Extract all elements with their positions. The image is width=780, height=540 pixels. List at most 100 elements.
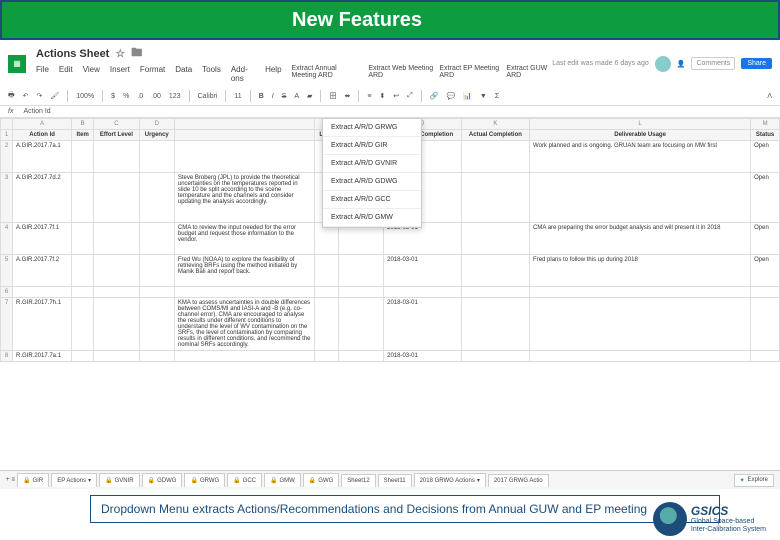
strike-button[interactable]: S [282, 93, 287, 100]
sheets-icon: ▦ [8, 55, 26, 73]
slide-title-bar: New Features [0, 0, 780, 40]
lock-icon: 🔒 [190, 477, 197, 484]
wrap-button[interactable]: ↩ [393, 92, 399, 100]
tab-sheet12[interactable]: Sheet12 [341, 474, 375, 487]
rotate-button[interactable]: ⤢ [407, 92, 413, 100]
functions-button[interactable]: Σ [495, 93, 499, 100]
lock-icon: 🔒 [270, 477, 277, 484]
font-select[interactable]: Calibri [198, 93, 218, 100]
last-edit-text: Last edit was made 6 days ago [552, 60, 649, 67]
dropdown-item-grwg[interactable]: Extract A/R/D GRWG [323, 119, 421, 137]
presence-icon: 👤 [677, 60, 686, 68]
menu-bar: File Edit View Insert Format Data Tools … [36, 65, 552, 83]
doc-title[interactable]: Actions Sheet ☆ 🖿 [36, 44, 552, 63]
bold-button[interactable]: B [259, 93, 264, 100]
halign-button[interactable]: ≡ [367, 93, 371, 100]
paint-icon[interactable]: 🖌 [50, 92, 59, 100]
fx-label: fx [8, 108, 13, 115]
col-actual[interactable]: Actual Completion [461, 130, 529, 141]
menu-view[interactable]: View [83, 65, 100, 83]
dropdown-item-gcc[interactable]: Extract A/R/D GCC [323, 191, 421, 209]
explore-button[interactable]: ✦Explore [734, 474, 774, 487]
slide-title: New Features [292, 9, 422, 32]
menu-extract-guw[interactable]: Extract GUW ARD [506, 65, 552, 83]
col-status[interactable]: Status [751, 130, 780, 141]
caption-box: Dropdown Menu extracts Actions/Recommend… [90, 495, 720, 523]
tab-gir[interactable]: 🔒GIR [17, 473, 49, 487]
menu-tools[interactable]: Tools [202, 65, 221, 83]
menu-format[interactable]: Format [140, 65, 165, 83]
col-item[interactable]: Item [72, 130, 94, 141]
undo-icon[interactable]: ↶ [23, 92, 29, 100]
formula-value[interactable]: Action Id [23, 108, 50, 115]
all-sheets-button[interactable]: ≡ [12, 477, 16, 483]
comments-button[interactable]: Comments [691, 57, 735, 70]
col-deliv[interactable]: Deliverable Usage [530, 130, 751, 141]
dec1-button[interactable]: .0 [137, 93, 143, 100]
dropdown-item-gvnir[interactable]: Extract A/R/D GVNIR [323, 155, 421, 173]
tab-gmw[interactable]: 🔒GMW [264, 473, 301, 487]
doc-name: Actions Sheet [36, 48, 109, 60]
dropdown-item-gdwg[interactable]: Extract A/R/D GDWG [323, 173, 421, 191]
text-color-button[interactable]: A [294, 93, 299, 100]
menu-file[interactable]: File [36, 65, 49, 83]
col-urgency[interactable]: Urgency [139, 130, 174, 141]
tab-gcc[interactable]: 🔒GCC [227, 473, 262, 487]
merge-button[interactable]: ⬌ [344, 92, 350, 100]
col-effort[interactable]: Effort Level [94, 130, 139, 141]
valign-button[interactable]: ⬍ [379, 92, 385, 100]
menu-data[interactable]: Data [175, 65, 192, 83]
gsics-logo: GSICS Global Space-based Inter-Calibrati… [653, 502, 766, 536]
menu-help[interactable]: Help [265, 65, 281, 83]
menu-extract-ep[interactable]: Extract EP Meeting ARD [439, 65, 500, 83]
filter-button[interactable]: ▼ [480, 93, 487, 100]
tab-2017grwg[interactable]: 2017 GRWG Actio [488, 474, 549, 487]
lock-icon: 🔒 [148, 477, 155, 484]
logo-line1: Global Space-based [691, 518, 766, 526]
print-icon[interactable]: 🖶 [8, 91, 15, 102]
menu-edit[interactable]: Edit [59, 65, 73, 83]
table-row[interactable]: 5 A.GIR.2017.7f.2 Fred Wu (NOAA) to expl… [1, 255, 780, 287]
fill-color-button[interactable]: ▰ [307, 92, 312, 100]
italic-button[interactable]: I [272, 93, 274, 100]
dec2-button[interactable]: .00 [151, 93, 161, 100]
menu-extract-annual[interactable]: Extract Annual Meeting ARD [292, 65, 363, 83]
avatar[interactable] [655, 56, 671, 72]
lock-icon: 🔒 [23, 477, 30, 484]
menu-extract-web[interactable]: Extract Web Meeting ARD [368, 65, 433, 83]
star-icon[interactable]: ☆ [115, 47, 125, 60]
dropdown-icon: ▾ [477, 477, 480, 484]
currency-button[interactable]: $ [111, 93, 115, 100]
num-format-button[interactable]: 123 [169, 93, 181, 100]
share-button[interactable]: Share [741, 58, 772, 69]
dropdown-item-gir[interactable]: Extract A/R/D GIR [323, 137, 421, 155]
sheet-tabs-bar: + ≡ 🔒GIR EP Actions▾ 🔒GVNIR 🔒GDWG 🔒GRWG … [0, 470, 780, 489]
tab-gwg[interactable]: 🔒GWG [303, 473, 339, 487]
table-row[interactable]: 8 R.GIR.2017.7a.1 2018-03-01 [1, 351, 780, 362]
comment-button[interactable]: 💬 [446, 92, 455, 100]
menu-insert[interactable]: Insert [110, 65, 130, 83]
dropdown-item-gmw[interactable]: Extract A/R/D GMW [323, 209, 421, 227]
tab-grwg[interactable]: 🔒GRWG [184, 473, 225, 487]
font-size[interactable]: 11 [234, 93, 241, 100]
tab-gvnir[interactable]: 🔒GVNIR [99, 473, 140, 487]
redo-icon[interactable]: ↷ [36, 92, 42, 100]
zoom-select[interactable]: 100% [76, 93, 94, 100]
add-sheet-button[interactable]: + [6, 477, 10, 483]
doc-header: ▦ Actions Sheet ☆ 🖿 File Edit View Inser… [0, 40, 780, 87]
tab-sheet11[interactable]: Sheet11 [378, 474, 412, 487]
chart-button[interactable]: 📊 [463, 92, 472, 100]
table-row[interactable]: 6 [1, 287, 780, 298]
link-button[interactable]: 🔗 [430, 92, 439, 100]
table-row[interactable]: 7 R.GIR.2017.7h.1 KMA to assess uncertai… [1, 298, 780, 351]
collapse-toolbar-icon[interactable]: ᐱ [767, 92, 772, 100]
folder-icon[interactable]: 🖿 [131, 44, 142, 63]
tab-ep[interactable]: EP Actions▾ [51, 473, 97, 487]
menu-addons[interactable]: Add-ons [231, 65, 255, 83]
borders-button[interactable]: 田 [329, 91, 336, 101]
percent-button[interactable]: % [123, 93, 129, 100]
spreadsheet-grid[interactable]: ABCDHIJKLM 1 Action Id Item Effort Level… [0, 118, 780, 470]
col-action-id[interactable]: Action Id [13, 130, 72, 141]
tab-gdwg[interactable]: 🔒GDWG [142, 473, 183, 487]
tab-2018grwg[interactable]: 2018 GRWG Actions▾ [414, 473, 486, 487]
